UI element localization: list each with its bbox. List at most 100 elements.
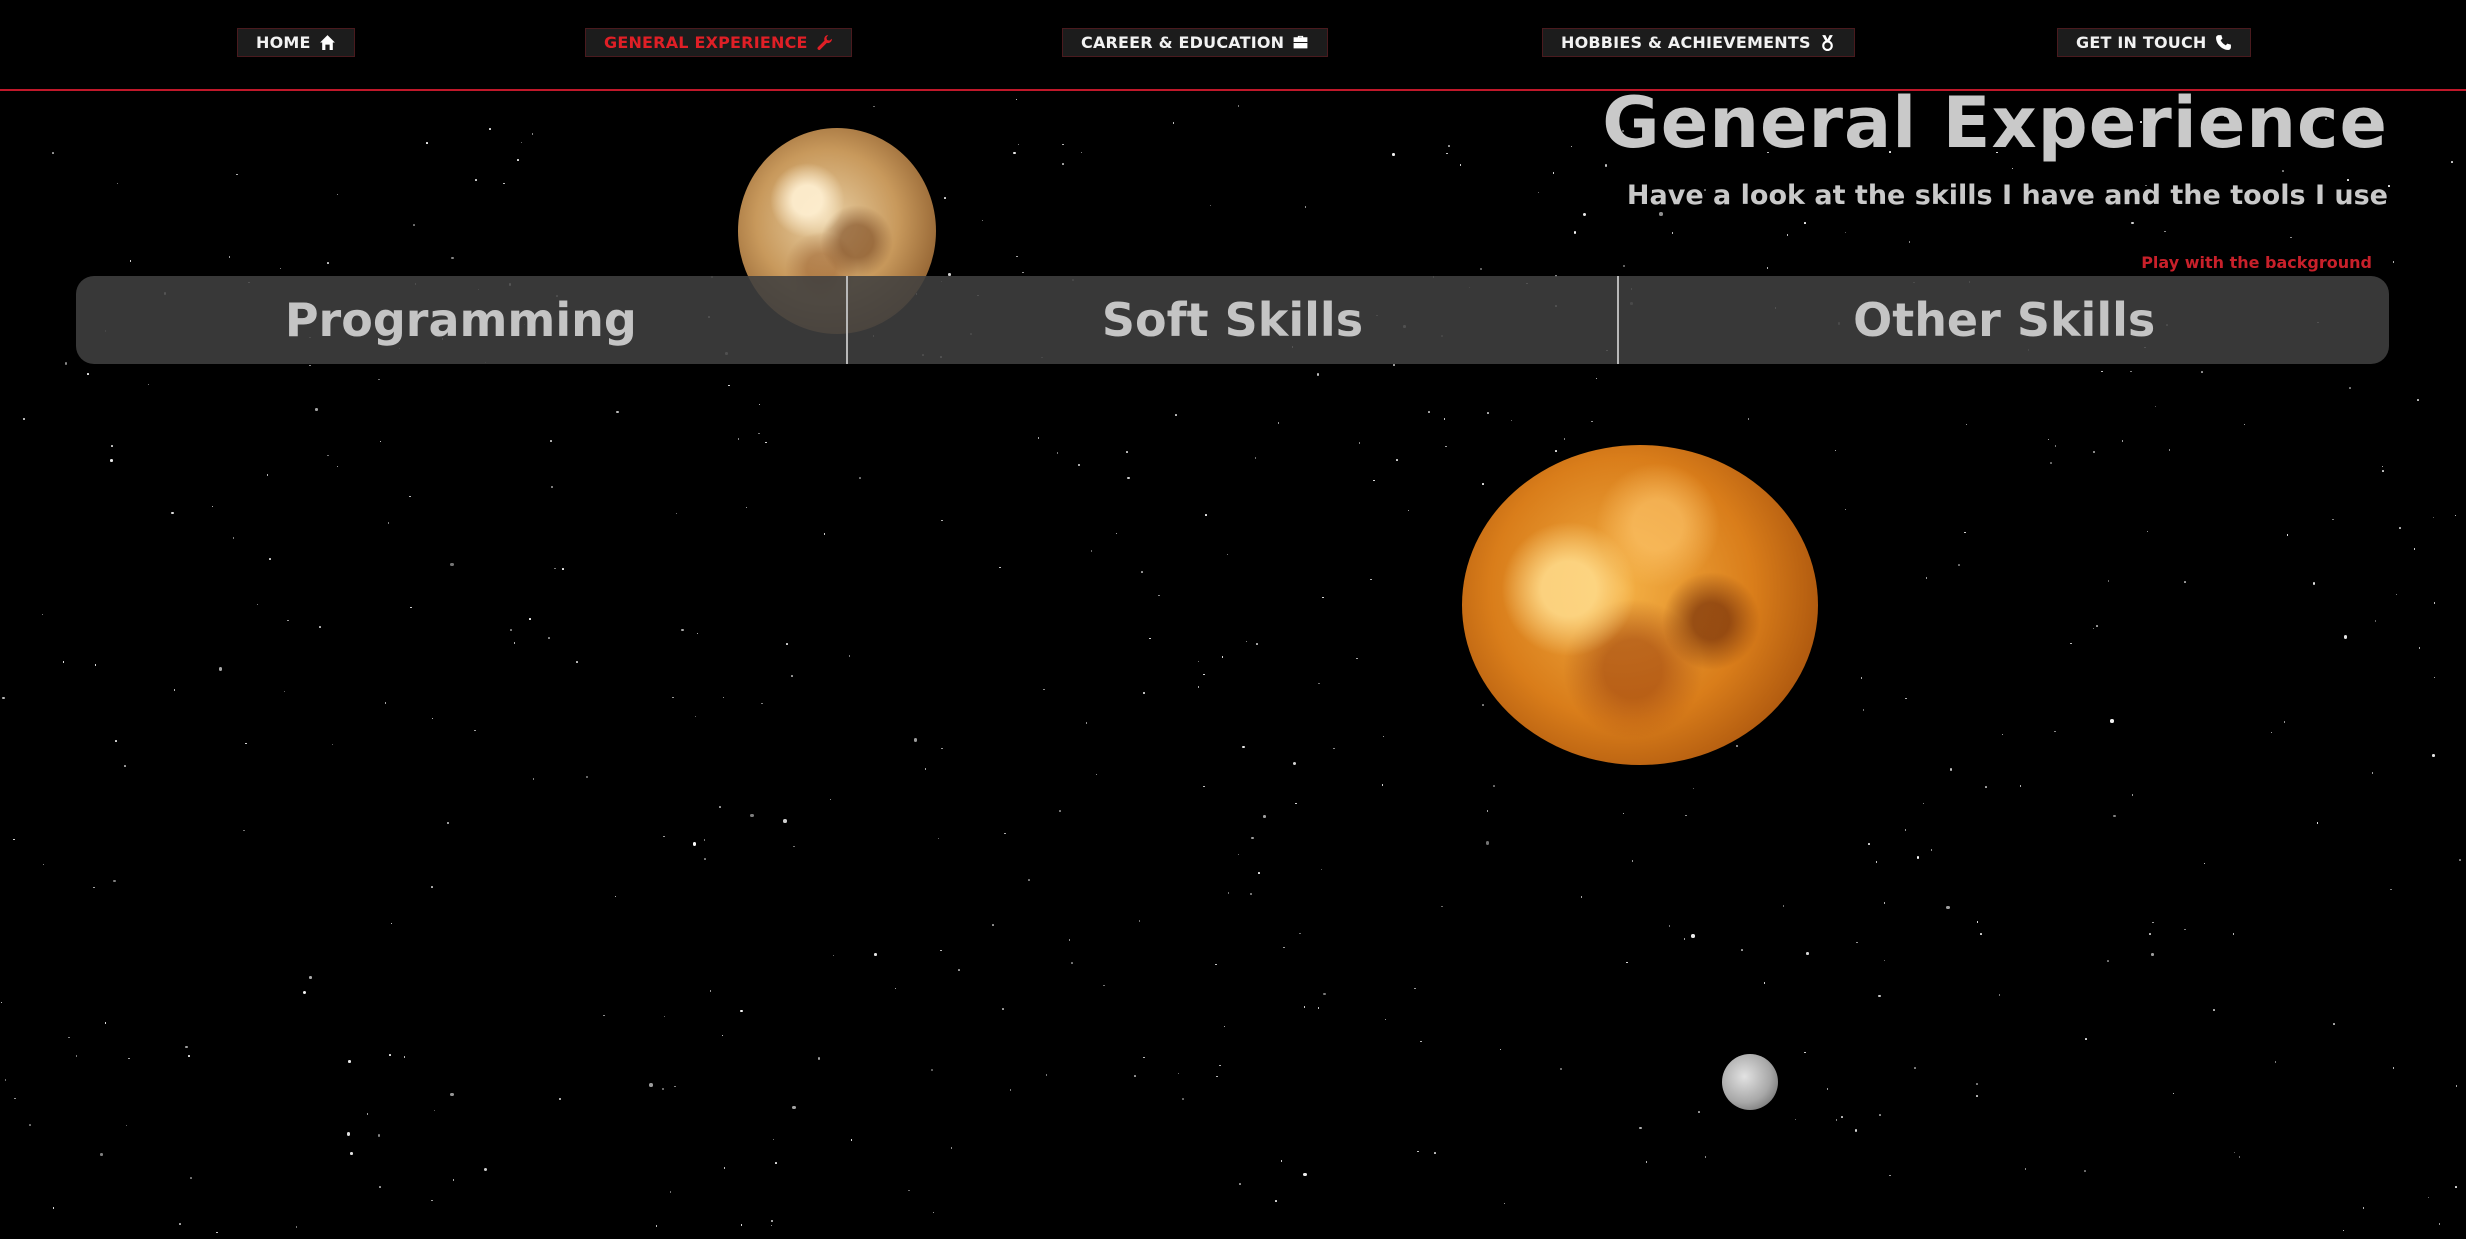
star bbox=[1356, 657, 1358, 660]
star bbox=[2312, 582, 2316, 585]
star bbox=[1277, 422, 1280, 424]
star bbox=[450, 562, 454, 567]
star bbox=[2050, 462, 2052, 464]
star bbox=[1002, 1008, 1004, 1010]
star bbox=[1925, 577, 1928, 579]
star bbox=[124, 765, 126, 767]
star bbox=[692, 842, 697, 846]
star bbox=[179, 1223, 181, 1225]
nav-item-general-experience[interactable]: GENERAL EXPERIENCE bbox=[585, 28, 852, 57]
star bbox=[1275, 1200, 1277, 1202]
star bbox=[1685, 814, 1687, 817]
star bbox=[758, 403, 761, 406]
star bbox=[111, 445, 113, 447]
nav-item-hobbies-achievements[interactable]: HOBBIES & ACHIEVEMENTS bbox=[1542, 28, 1855, 57]
star bbox=[1134, 1075, 1136, 1077]
star bbox=[2371, 772, 2374, 774]
star bbox=[531, 133, 534, 135]
star bbox=[520, 141, 523, 144]
star bbox=[446, 821, 450, 825]
star bbox=[426, 142, 428, 144]
tab-programming[interactable]: Programming bbox=[76, 276, 846, 364]
star bbox=[558, 1097, 562, 1101]
star bbox=[431, 886, 433, 888]
star bbox=[1028, 879, 1030, 881]
star bbox=[1428, 411, 1430, 413]
star bbox=[2362, 1207, 2365, 1209]
planet-large bbox=[1462, 445, 1818, 765]
star bbox=[1062, 143, 1064, 146]
nav-item-home[interactable]: HOME bbox=[237, 28, 355, 57]
nav-item-label: HOBBIES & ACHIEVEMENTS bbox=[1561, 33, 1811, 52]
star bbox=[2084, 1170, 2086, 1172]
star bbox=[709, 990, 712, 992]
star bbox=[529, 618, 531, 620]
star bbox=[68, 1036, 70, 1039]
star bbox=[2019, 785, 2022, 787]
star bbox=[2455, 1186, 2457, 1188]
nav-item-career-education[interactable]: CAREER & EDUCATION bbox=[1062, 28, 1329, 57]
nav-item-get-in-touch[interactable]: GET IN TOUCH bbox=[2057, 28, 2251, 57]
star bbox=[1980, 933, 1982, 935]
star bbox=[29, 1124, 31, 1126]
star bbox=[1126, 451, 1128, 453]
star bbox=[1459, 164, 1462, 166]
star bbox=[2283, 721, 2286, 723]
star bbox=[1158, 594, 1160, 597]
tab-soft-skills[interactable]: Soft Skills bbox=[845, 276, 1618, 364]
star bbox=[719, 806, 721, 808]
star bbox=[2432, 754, 2435, 757]
star bbox=[1766, 267, 1769, 269]
star bbox=[944, 197, 946, 199]
medal-icon bbox=[1819, 34, 1836, 51]
star bbox=[1095, 773, 1098, 776]
star bbox=[517, 159, 519, 161]
star bbox=[786, 643, 788, 645]
star bbox=[2243, 423, 2246, 426]
star bbox=[243, 829, 245, 832]
star bbox=[266, 474, 269, 476]
star bbox=[1671, 232, 1674, 234]
star bbox=[387, 522, 390, 524]
star bbox=[13, 838, 15, 841]
star bbox=[377, 1134, 381, 1137]
star bbox=[930, 1068, 934, 1072]
star bbox=[694, 715, 697, 718]
star bbox=[384, 702, 387, 704]
star bbox=[2172, 1092, 2175, 1095]
star bbox=[1883, 902, 1886, 904]
star bbox=[14, 1097, 16, 1100]
star bbox=[950, 1147, 953, 1149]
tab-other-skills[interactable]: Other Skills bbox=[1617, 276, 2389, 364]
star bbox=[1595, 377, 1598, 380]
play-background-link[interactable]: Play with the background bbox=[2141, 253, 2372, 272]
star bbox=[2418, 647, 2421, 649]
star bbox=[1958, 564, 1960, 566]
star bbox=[218, 667, 223, 671]
star bbox=[1009, 1089, 1012, 1091]
star bbox=[614, 895, 617, 898]
star bbox=[2374, 620, 2377, 622]
star bbox=[1417, 1150, 1419, 1153]
star bbox=[1659, 212, 1663, 216]
star bbox=[331, 743, 334, 746]
star bbox=[941, 519, 943, 522]
star bbox=[1804, 222, 1806, 224]
star bbox=[669, 1191, 672, 1193]
star bbox=[1976, 921, 1979, 923]
star bbox=[171, 511, 174, 515]
star bbox=[1965, 423, 1968, 426]
star bbox=[2151, 953, 2154, 956]
star bbox=[722, 696, 725, 699]
star bbox=[2427, 1196, 2430, 1199]
star bbox=[603, 1014, 605, 1017]
star bbox=[1090, 550, 1093, 552]
star bbox=[1407, 509, 1410, 512]
star bbox=[1844, 231, 1847, 234]
star bbox=[110, 459, 113, 462]
star bbox=[483, 1167, 488, 1172]
star bbox=[1227, 892, 1230, 894]
star bbox=[1591, 420, 1593, 423]
star bbox=[1177, 1072, 1180, 1075]
star bbox=[1582, 212, 1587, 217]
